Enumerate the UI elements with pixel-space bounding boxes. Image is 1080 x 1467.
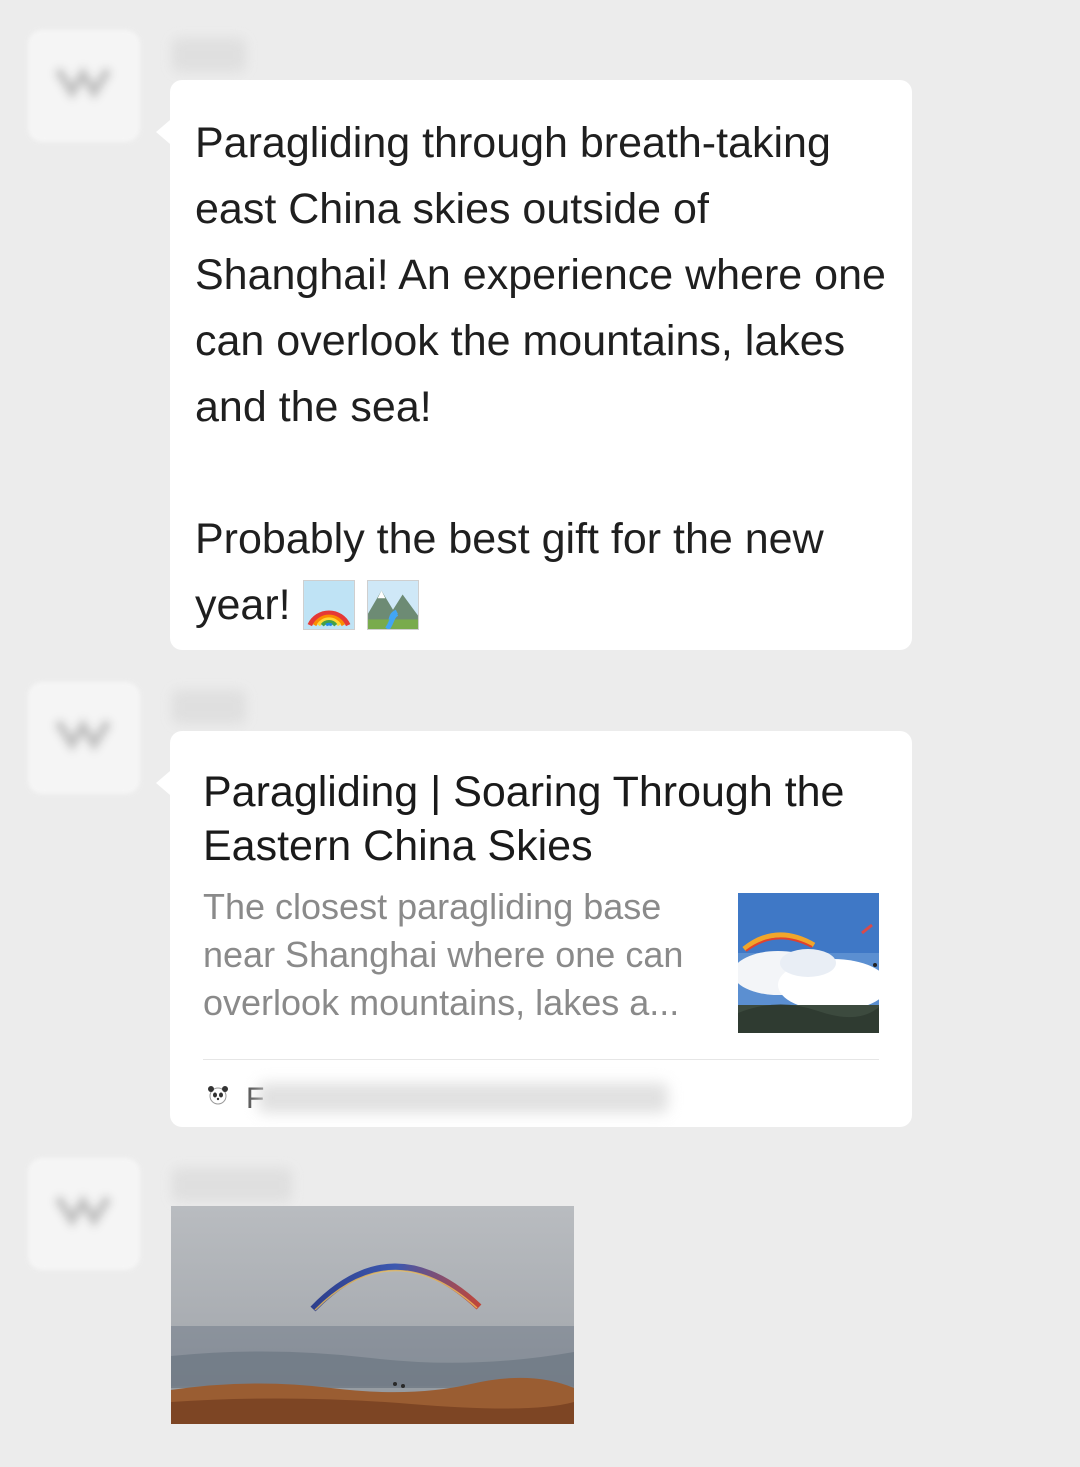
link-divider bbox=[203, 1059, 879, 1060]
national-park-icon bbox=[366, 580, 419, 630]
sender-avatar[interactable] bbox=[28, 30, 140, 142]
message-text: Paragliding through breath-taking east C… bbox=[195, 110, 895, 638]
image-message[interactable] bbox=[171, 1206, 574, 1424]
avatar-logo-icon bbox=[54, 66, 112, 100]
paraglider-wing-photo bbox=[171, 1206, 574, 1424]
rainbow-icon bbox=[302, 580, 355, 630]
link-thumbnail-image bbox=[738, 893, 879, 1033]
sender-name-blurred bbox=[172, 1168, 292, 1202]
link-card-bubble[interactable]: Paragliding | Soaring Through the Easter… bbox=[156, 731, 912, 1127]
link-source[interactable]: F bbox=[206, 1079, 846, 1119]
avatar-logo-icon bbox=[54, 718, 112, 752]
link-source-name-blurred bbox=[258, 1083, 668, 1113]
message-text-content: Paragliding through breath-taking east C… bbox=[195, 119, 886, 629]
text-message-bubble[interactable]: Paragliding through breath-taking east C… bbox=[156, 80, 912, 650]
sender-name-blurred bbox=[172, 38, 246, 72]
sender-avatar[interactable] bbox=[28, 682, 140, 794]
sender-avatar[interactable] bbox=[28, 1158, 140, 1270]
link-title: Paragliding | Soaring Through the Easter… bbox=[203, 768, 845, 870]
sender-name-blurred bbox=[172, 690, 246, 724]
link-description: The closest paragliding base near Shangh… bbox=[203, 886, 684, 1023]
panda-icon bbox=[208, 1086, 228, 1105]
avatar-logo-icon bbox=[54, 1194, 112, 1228]
